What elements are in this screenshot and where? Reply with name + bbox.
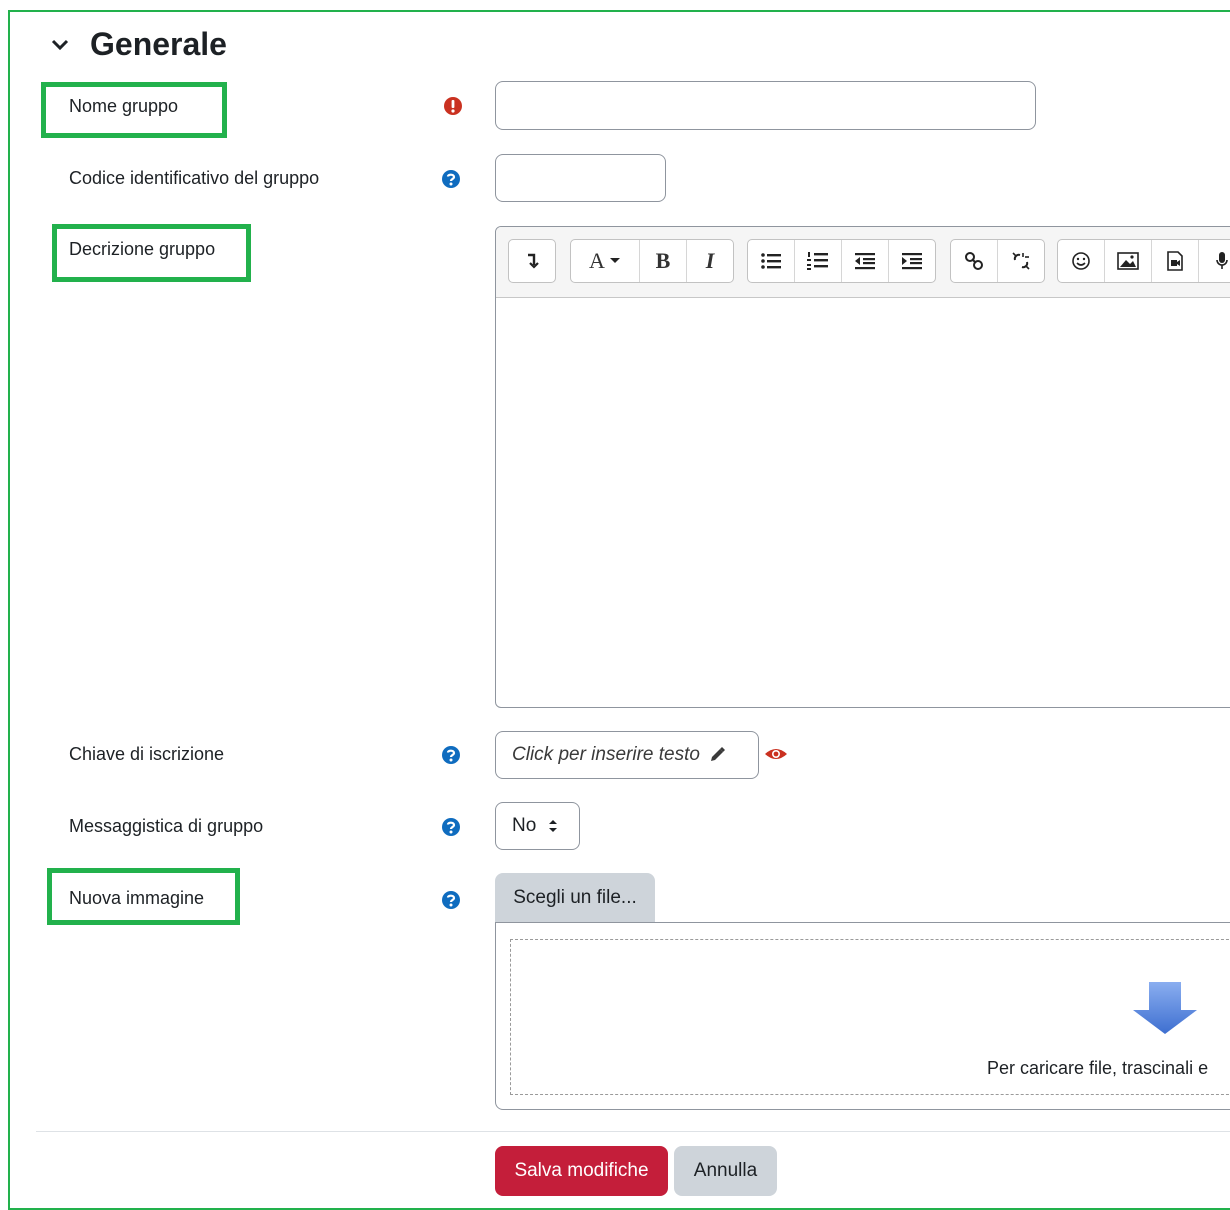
bold-icon[interactable]: B [640,240,687,282]
outdent-icon[interactable] [842,240,889,282]
toolbar-group-media [1057,239,1230,283]
toolbar-group-format: A B I [570,239,734,283]
enrolment-key-input[interactable]: Click per inserire testo [495,731,759,779]
help-icon[interactable] [441,745,461,765]
unlink-icon[interactable] [998,240,1044,282]
record-audio-icon[interactable] [1199,240,1230,282]
file-dropzone[interactable]: Per caricare file, trascinali e [495,922,1230,1110]
link-icon[interactable] [951,240,998,282]
group-messaging-value: No [512,815,537,836]
emoji-icon[interactable] [1058,240,1105,282]
enrolment-key-placeholder: Click per inserire testo [512,744,700,765]
cancel-button[interactable]: Annulla [674,1146,777,1196]
eye-icon[interactable] [764,744,788,764]
new-picture-label: Nuova immagine [69,888,205,908]
group-name-label: Nome gruppo [69,96,179,116]
select-arrows-icon [548,818,558,834]
indent-icon[interactable] [889,240,935,282]
help-icon[interactable] [441,890,461,910]
description-editor[interactable]: A B I [495,226,1230,708]
group-messaging-label: Messaggistica di gruppo [69,816,264,836]
chevron-down-icon[interactable] [48,33,72,57]
group-name-input[interactable] [495,81,1036,130]
help-icon[interactable] [441,169,461,189]
group-messaging-select[interactable]: No [495,802,580,850]
group-id-input[interactable] [495,154,666,202]
font-style-dropdown-icon[interactable]: A [571,240,640,282]
ordered-list-icon[interactable] [795,240,842,282]
italic-icon[interactable]: I [687,240,733,282]
section-header[interactable]: Generale [48,26,227,63]
pencil-icon [708,746,726,764]
toolbar-group-links [950,239,1045,283]
editor-content-area[interactable] [496,298,1230,707]
form-divider [36,1131,1230,1132]
section-title: Generale [90,26,227,62]
editor-toolbar: A B I [496,227,1230,298]
group-id-label: Codice identificativo del gruppo [69,168,320,188]
media-icon[interactable] [1152,240,1199,282]
group-description-label: Decrizione gruppo [69,239,216,259]
choose-file-button[interactable]: Scegli un file... [495,873,655,923]
dropzone-text: Per caricare file, trascinali e [987,1058,1209,1078]
unordered-list-icon[interactable] [748,240,795,282]
dropzone-dashed-area[interactable]: Per caricare file, trascinali e [510,939,1230,1095]
toolbar-group-lists [747,239,936,283]
enrolment-key-label: Chiave di iscrizione [69,744,225,764]
help-icon[interactable] [441,817,461,837]
toolbar-group-toggle [508,239,556,283]
arrow-down-icon [1131,980,1199,1041]
required-exclamation-icon [443,96,463,116]
toolbar-toggle-icon[interactable] [509,240,555,282]
save-button[interactable]: Salva modifiche [495,1146,668,1196]
image-icon[interactable] [1105,240,1152,282]
